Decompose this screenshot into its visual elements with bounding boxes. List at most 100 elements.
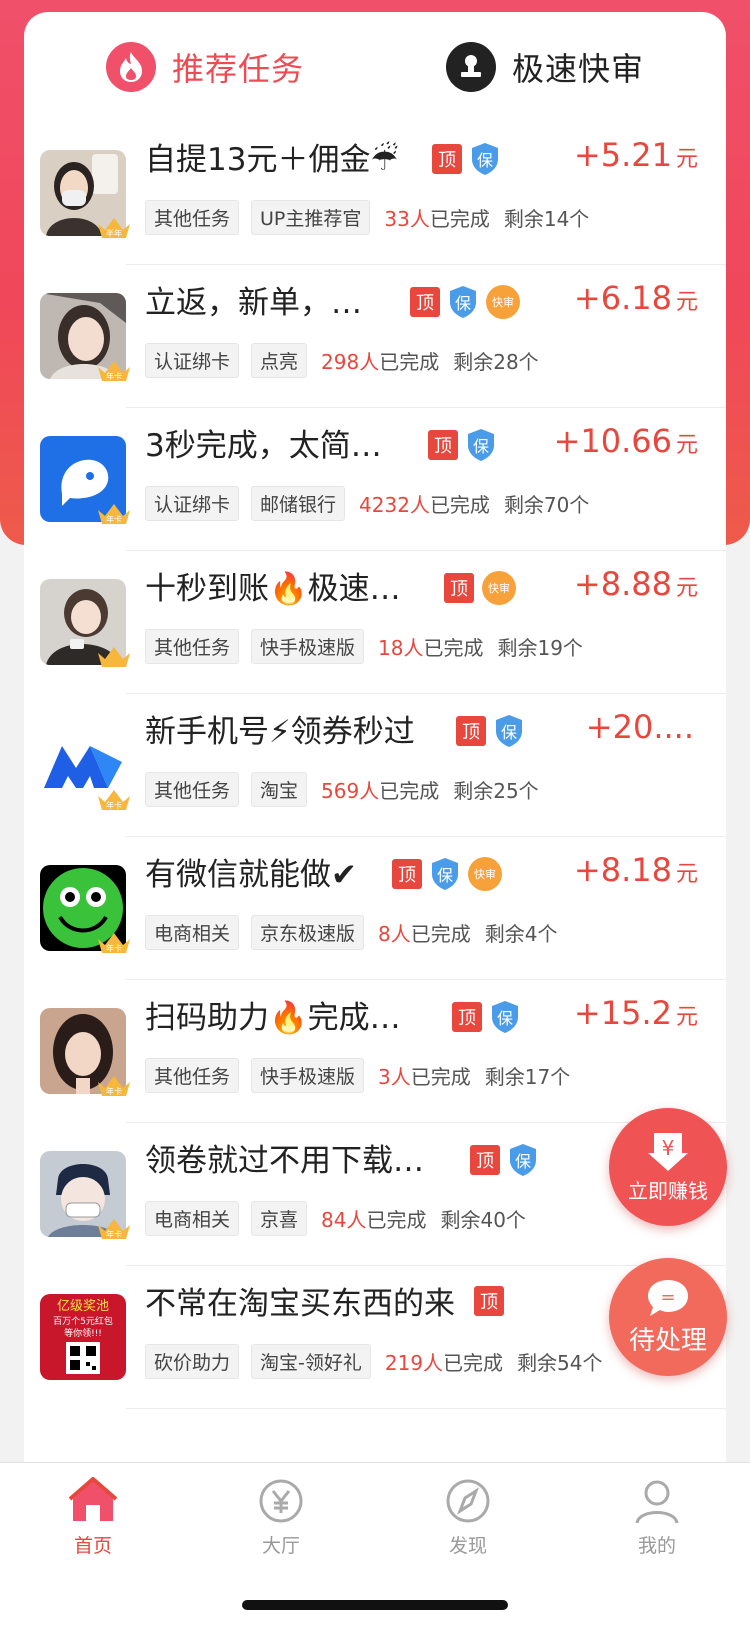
task-badges: 顶 保 快审: [410, 285, 520, 319]
tab-mine[interactable]: 我的: [612, 1477, 702, 1558]
task-row[interactable]: 半年 自提13元＋佣金☔ 顶 保 +5.21 元 其他任务 UP主推荐官 33人已…: [24, 122, 726, 265]
reward-amount: +10.66: [553, 422, 672, 460]
svg-text:等你领!!!: 等你领!!!: [64, 1327, 102, 1339]
svg-text:年卡: 年卡: [106, 800, 122, 810]
svg-text:年卡: 年卡: [106, 371, 122, 381]
task-tags: 电商相关 京东极速版 8人已完成 剩余4个: [145, 915, 558, 950]
tab-home-label: 首页: [73, 1535, 112, 1557]
task-tags: 认证绑卡 邮储银行 4232人已完成 剩余70个: [145, 486, 589, 521]
task-row[interactable]: 年卡 有微信就能做✔ 顶 保 快审 +8.18 元 电商相关 京东极速版 8人已完…: [24, 837, 726, 980]
tab-recommended[interactable]: 推荐任务: [106, 42, 304, 92]
task-reward: +15.2 元: [574, 994, 698, 1032]
task-platform-tag: UP主推荐官: [251, 200, 371, 235]
year-card-badge: 年卡: [96, 500, 132, 526]
task-title: 领卷就过不用下载…: [145, 1143, 424, 1179]
tab-hall[interactable]: 大厅: [236, 1477, 326, 1558]
svg-text:年卡: 年卡: [106, 514, 122, 524]
tab-fast-review[interactable]: 极速快审: [446, 42, 644, 92]
tab-home[interactable]: 首页: [48, 1476, 138, 1558]
tab-discover[interactable]: 发现: [423, 1477, 513, 1558]
guarantee-shield-icon: 保: [470, 142, 500, 176]
home-icon: [68, 1476, 118, 1521]
download-yuan-icon: ¥: [648, 1132, 688, 1171]
guarantee-shield-icon: 保: [494, 714, 524, 748]
svg-text:¥: ¥: [662, 1136, 675, 1160]
svg-text:=: =: [660, 1287, 675, 1308]
task-category-tag: 认证绑卡: [145, 343, 240, 378]
task-category-tag: 其他任务: [145, 1058, 240, 1093]
task-tags: 其他任务 淘宝 569人已完成 剩余25个: [145, 772, 539, 807]
task-category-tag: 认证绑卡: [145, 486, 240, 521]
crown-badge: [96, 643, 132, 669]
top-badge: 顶: [470, 1145, 500, 1175]
task-tags: 其他任务 UP主推荐官 33人已完成 剩余14个: [145, 200, 589, 235]
svg-text:亿级奖池: 亿级奖池: [57, 1299, 109, 1314]
tab-recommended-label: 推荐任务: [172, 50, 305, 88]
svg-text:年卡: 年卡: [106, 1229, 122, 1239]
year-card-badge: 年卡: [96, 929, 132, 955]
top-badge: 顶: [392, 859, 422, 889]
tab-fast-review-label: 极速快审: [512, 50, 645, 88]
tab-bar-top: 推荐任务 极速快审: [24, 12, 726, 132]
person-icon: [635, 1480, 679, 1524]
task-platform-tag: 淘宝: [251, 772, 308, 807]
task-tags: 其他任务 快手极速版 3人已完成 剩余17个: [145, 1058, 570, 1093]
tab-discover-label: 发现: [448, 1535, 487, 1557]
task-row[interactable]: 年卡 新手机号⚡领券秒过 顶 保 +20.... 其他任务 淘宝 569人已完成…: [24, 694, 726, 837]
task-platform-tag: 京喜: [251, 1201, 308, 1236]
task-title: 3秒完成，太简…: [145, 428, 382, 464]
reward-amount: +20....: [585, 708, 694, 746]
reward-amount: +5.21: [573, 136, 672, 174]
flame-icon: [106, 42, 156, 92]
completed-count: 219人已完成: [384, 1351, 504, 1375]
pending-button[interactable]: = 待处理: [609, 1258, 727, 1376]
reward-amount: +8.88: [573, 565, 672, 603]
task-category-tag: 其他任务: [145, 200, 240, 235]
task-platform-tag: 点亮: [251, 343, 308, 378]
task-badges: 顶 保: [428, 428, 504, 462]
task-category-tag: 其他任务: [145, 772, 240, 807]
earn-now-button[interactable]: ¥ 立即赚钱: [609, 1108, 727, 1226]
task-title: 十秒到账🔥极速…: [145, 571, 401, 607]
reward-amount: +6.18: [573, 279, 672, 317]
completed-count: 298人已完成: [321, 350, 440, 374]
remaining-count: 剩余40个: [440, 1208, 526, 1232]
tab-mine-label: 我的: [637, 1535, 676, 1557]
task-platform-tag: 快手极速版: [251, 629, 365, 664]
task-reward: +8.18 元: [574, 851, 698, 889]
top-badge: 顶: [432, 144, 462, 174]
fast-review-badge: 快审: [482, 571, 516, 605]
task-badges: 顶 保: [456, 714, 532, 748]
task-category-tag: 其他任务: [145, 629, 240, 664]
task-category-tag: 电商相关: [145, 1201, 240, 1236]
task-row[interactable]: 年卡 立返，新单，… 顶 保 快审 +6.18 元 认证绑卡 点亮 298人已完成…: [24, 265, 726, 408]
task-tags: 电商相关 京喜 84人已完成 剩余40个: [145, 1201, 526, 1236]
task-list: 半年 自提13元＋佣金☔ 顶 保 +5.21 元 其他任务 UP主推荐官 33人已…: [24, 122, 726, 1409]
task-row[interactable]: 年卡 3秒完成，太简… 顶 保 +10.66 元 认证绑卡 邮储银行 4232人已…: [24, 408, 726, 551]
task-reward: +6.18 元: [574, 279, 698, 317]
chat-bubble-icon: =: [648, 1279, 688, 1316]
task-row[interactable]: 年卡 扫码助力🔥完成… 顶 保 +15.2 元 其他任务 快手极速版 3人已完成 …: [24, 980, 726, 1123]
completed-count: 569人已完成: [321, 779, 440, 803]
yuan-coin-icon: [259, 1479, 303, 1523]
completed-count: 18人已完成: [378, 636, 484, 660]
completed-count: 3人已完成: [378, 1065, 471, 1089]
task-row[interactable]: 十秒到账🔥极速… 顶 快审 +8.88 元 其他任务 快手极速版 18人已完成 剩…: [24, 551, 726, 694]
remaining-count: 剩余17个: [484, 1065, 571, 1089]
guarantee-shield-icon: 保: [430, 857, 460, 891]
home-indicator: [242, 1600, 508, 1610]
reward-amount: +15.2: [573, 994, 672, 1032]
reward-unit: 元: [675, 290, 698, 315]
task-avatar: 亿级奖池 百万个5元红包 等你领!!!: [40, 1294, 126, 1380]
reward-unit: 元: [675, 1005, 698, 1030]
svg-text:年卡: 年卡: [106, 943, 122, 953]
task-title: 自提13元＋佣金☔: [145, 142, 399, 178]
task-platform-tag: 淘宝-领好礼: [251, 1344, 371, 1379]
task-badges: 顶 快审: [444, 571, 516, 605]
task-badges: 顶 保: [432, 142, 508, 176]
reward-unit: 元: [675, 147, 698, 172]
task-card: 推荐任务 极速快审 半年 自提13元＋佣金☔ 顶 保 +5.21 元 其他任务 …: [24, 12, 726, 1462]
reward-unit: 元: [675, 433, 698, 458]
task-category-tag: 电商相关: [145, 915, 240, 950]
reward-unit: 元: [675, 576, 698, 601]
